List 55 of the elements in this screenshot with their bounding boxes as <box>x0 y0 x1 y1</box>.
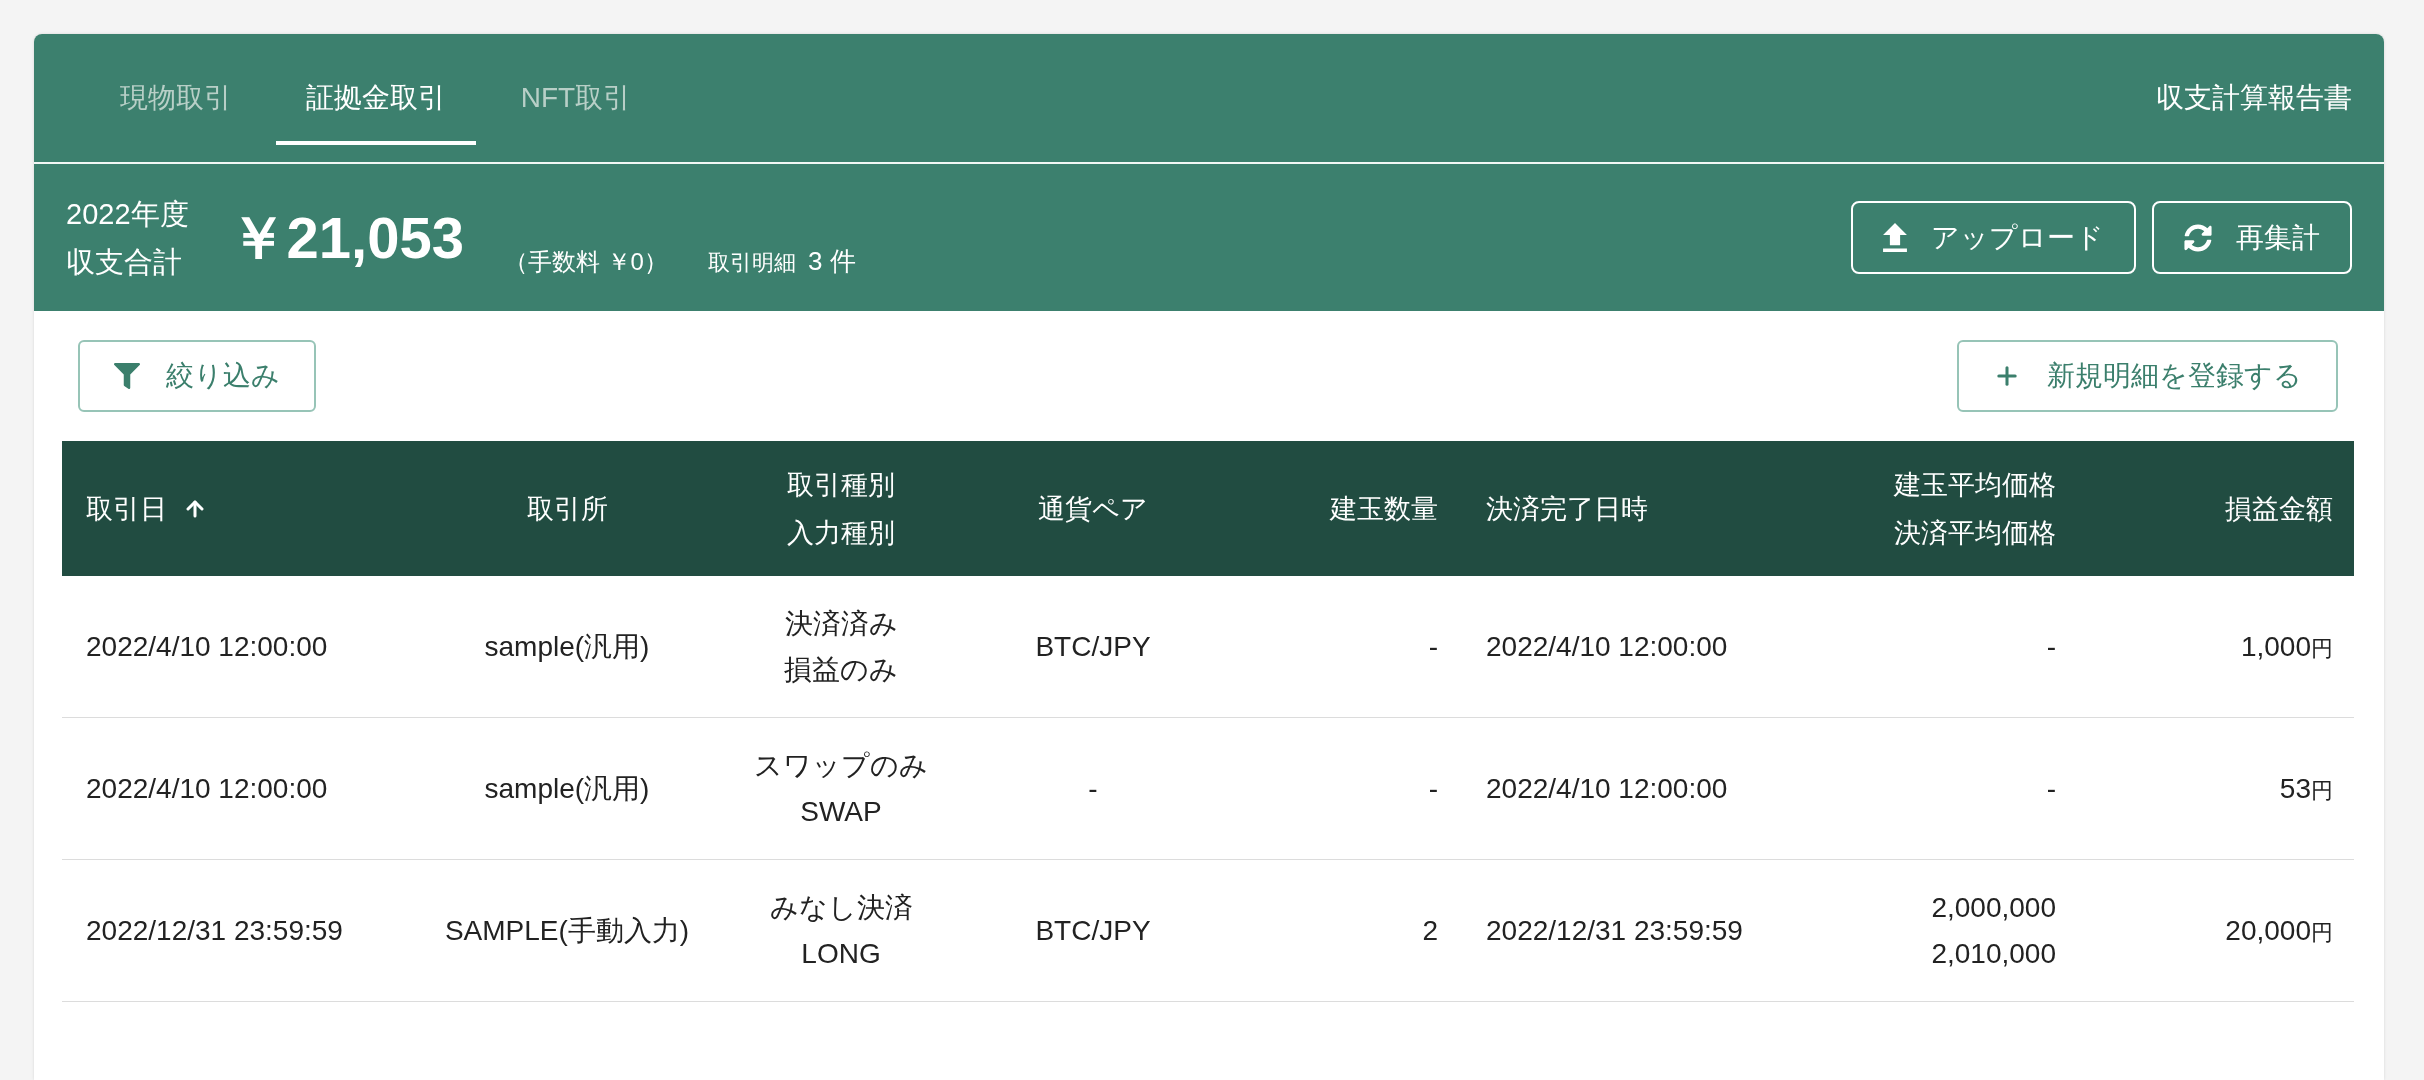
filter-button[interactable]: 絞り込み <box>78 340 316 412</box>
quantity-cell-text: 2 <box>1422 913 1438 948</box>
column-header: 通貨ペア <box>1038 492 1148 526</box>
type-cell-text: SWAP <box>800 794 882 829</box>
upload-icon <box>1883 223 1907 252</box>
currency-pair-cell-text: BTC/JPY <box>1035 629 1151 664</box>
settled-date-cell-text: 2022/4/10 12:00:00 <box>1486 771 1728 806</box>
profit-cell-text: 1,000円 <box>2240 629 2333 664</box>
tab[interactable]: NFT取引 <box>476 34 676 162</box>
price-cell-text: - <box>2046 629 2056 664</box>
refresh-icon <box>2184 223 2212 252</box>
upload-button[interactable]: アップロード <box>1851 201 2136 274</box>
column-header: 損益金額 <box>2225 492 2333 526</box>
add-entry-button[interactable]: 新規明細を登録する <box>1957 340 2338 412</box>
report-link[interactable]: 収支計算報告書 <box>2156 77 2352 119</box>
profit-cell-text: 20,000円 <box>2225 913 2333 948</box>
fee-text: （手数料 ￥0） <box>503 247 668 277</box>
total-label: 収支合計 <box>66 244 183 280</box>
settled-date-cell-text: 2022/4/10 12:00:00 <box>1486 629 1728 664</box>
quantity-cell-text: - <box>1428 629 1438 664</box>
filter-icon <box>114 362 140 390</box>
profit-cell-text: 53円 <box>2279 771 2333 806</box>
period-label: 2022年度 <box>66 196 189 232</box>
price-cell-text: - <box>2046 771 2056 806</box>
recalculate-button[interactable]: 再集計 <box>2152 201 2352 274</box>
date-cell-text: 2022/12/31 23:59:59 <box>86 913 343 948</box>
column-header: 入力種別 <box>787 516 895 550</box>
quantity-cell-text: - <box>1428 771 1438 806</box>
price-cell-text: 2,000,000 <box>1931 890 2056 925</box>
price-cell-text: 2,010,000 <box>1931 936 2056 971</box>
column-header: 取引種別 <box>787 468 895 502</box>
column-header: 決済平均価格 <box>1894 516 2056 550</box>
type-cell-text: LONG <box>801 936 881 971</box>
column-header: 取引所 <box>526 492 608 526</box>
currency-pair-cell-text: BTC/JPY <box>1035 913 1151 948</box>
exchange-cell-text: sample(汎用) <box>484 771 650 806</box>
column-header: 取引日 <box>86 492 167 526</box>
count-text: 3 件 <box>807 245 856 278</box>
tab[interactable]: 証拠金取引 <box>276 34 476 162</box>
column-header: 建玉平均価格 <box>1894 468 2056 502</box>
date-cell-text: 2022/4/10 12:00:00 <box>86 771 328 806</box>
date-cell-text: 2022/4/10 12:00:00 <box>86 629 328 664</box>
type-cell-text: 決済済み <box>784 606 898 641</box>
settled-date-cell-text: 2022/12/31 23:59:59 <box>1486 913 1743 948</box>
type-cell-text: スワップのみ <box>754 748 928 783</box>
column-header: 建玉数量 <box>1330 492 1438 526</box>
count-label: 取引明細 <box>707 249 796 277</box>
exchange-cell-text: SAMPLE(手動入力) <box>444 913 690 948</box>
currency-pair-cell-text: - <box>1088 771 1098 806</box>
total-amount: ￥21,053 <box>228 208 464 267</box>
type-cell-text: みなし決済 <box>769 890 913 925</box>
tab[interactable]: 現物取引 <box>76 34 276 162</box>
exchange-cell-text: sample(汎用) <box>484 629 650 664</box>
column-header: 決済完了日時 <box>1486 492 1648 526</box>
type-cell-text: 損益のみ <box>784 652 898 687</box>
